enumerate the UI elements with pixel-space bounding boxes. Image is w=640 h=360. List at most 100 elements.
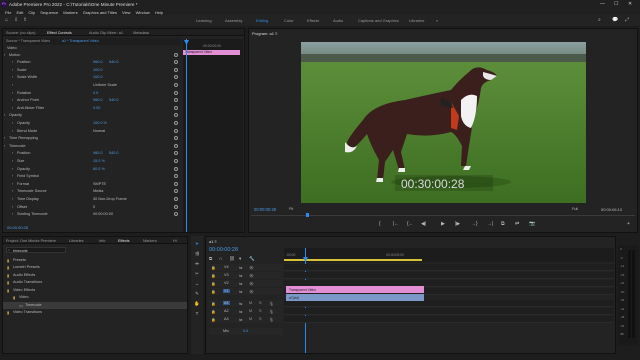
master-volume-value[interactable]: 0.0	[243, 329, 248, 333]
linked-selection-icon[interactable]: ⛓	[229, 256, 235, 262]
mini-playhead[interactable]	[186, 39, 187, 232]
program-playhead[interactable]	[306, 213, 309, 217]
effect-row-value2[interactable]: 540.0	[109, 98, 119, 102]
reset-parameter-icon[interactable]	[174, 151, 178, 156]
mute-icon[interactable]: M	[249, 301, 252, 305]
expand-chevron-icon[interactable]: ›	[12, 75, 13, 79]
sync-lock-icon[interactable]: ⇆	[239, 273, 242, 278]
compare-icon[interactable]: ⇄	[515, 221, 519, 227]
solo-icon[interactable]: S	[259, 301, 262, 305]
effect-row-value[interactable]: 30 Non-Drop Frame	[93, 197, 127, 201]
add-marker-icon[interactable]: ▾	[239, 256, 241, 262]
effect-row-value[interactable]: Uniform Scale	[93, 83, 117, 87]
voiceover-icon[interactable]: 🎙	[269, 317, 274, 322]
workspace-libraries[interactable]: Libraries	[409, 18, 424, 23]
quality-select[interactable]: Full	[572, 207, 578, 211]
razor-tool-icon[interactable]: ✂	[194, 271, 200, 277]
solo-icon[interactable]: S	[259, 309, 262, 313]
expand-chevron-icon[interactable]: ›	[12, 129, 13, 133]
tab-metadata[interactable]: Metadata	[133, 31, 149, 35]
hand-tool-icon[interactable]: ✋	[194, 301, 200, 307]
step-back-icon[interactable]: ◀|	[421, 221, 426, 227]
effects-tree-item[interactable]: ▮ Audio Effects	[3, 272, 187, 279]
type-tool-icon[interactable]: T	[194, 311, 200, 317]
sync-lock-icon[interactable]: ⇆	[239, 301, 242, 306]
effects-tree-item[interactable]: ▮ Video	[3, 295, 187, 302]
reset-parameter-icon[interactable]	[174, 189, 178, 194]
reset-parameter-icon[interactable]	[174, 120, 178, 125]
expand-chevron-icon[interactable]: ›	[4, 144, 5, 148]
mini-clip[interactable]: Transparent Video	[183, 50, 240, 55]
reset-parameter-icon[interactable]	[174, 52, 178, 57]
effect-row-value[interactable]: Media	[93, 189, 103, 193]
voiceover-icon[interactable]: 🎙	[269, 309, 274, 314]
tab-source[interactable]: Source: (no clips)	[6, 31, 36, 35]
mark-in-icon[interactable]: {	[379, 221, 381, 227]
track-lock-icon[interactable]: 🔒	[211, 301, 216, 306]
play-icon[interactable]: ▶	[441, 221, 445, 227]
expand-chevron-icon[interactable]: ›	[12, 182, 13, 186]
effect-row-value[interactable]: SMPTE	[93, 182, 106, 186]
track-lock-icon[interactable]: 🔒	[211, 281, 216, 286]
export-icon[interactable]: ⇧	[23, 17, 27, 23]
menu-clip[interactable]: Clip	[28, 10, 35, 15]
tab-project[interactable]: Project: One Minute Premiere	[6, 239, 56, 243]
sync-lock-icon[interactable]: ⇆	[239, 309, 242, 314]
effect-row-value[interactable]: 0	[93, 205, 95, 209]
workspace-color[interactable]: Color	[284, 18, 294, 23]
effects-tree-item[interactable]: ▮ Audio Transitions	[3, 280, 187, 287]
menu-file[interactable]: File	[5, 10, 11, 15]
solo-icon[interactable]: S	[259, 317, 262, 321]
go-to-in-icon[interactable]: {←	[407, 221, 414, 227]
toggle-output-icon[interactable]: 👁	[249, 289, 254, 294]
menu-help[interactable]: Help	[155, 10, 163, 15]
timeline-settings-icon[interactable]: 🔧	[249, 256, 255, 262]
reset-parameter-icon[interactable]	[174, 90, 178, 95]
menu-view[interactable]: View	[122, 10, 131, 15]
sync-lock-icon[interactable]: ⇆	[239, 281, 242, 286]
track-name[interactable]: A1	[223, 301, 230, 305]
close-icon[interactable]: ✕	[628, 1, 632, 7]
fullscreen-icon[interactable]: ⤢	[625, 17, 629, 23]
effect-controls-timecode[interactable]: 00:00:00:28	[7, 225, 28, 230]
timeline-timecode[interactable]: 00:00:00:28	[209, 247, 238, 253]
workspace-learning[interactable]: Learning	[196, 18, 212, 23]
track-name[interactable]: V1	[223, 289, 230, 293]
menu-sequence[interactable]: Sequence	[40, 10, 58, 15]
mute-icon[interactable]: M	[249, 317, 252, 321]
expand-chevron-icon[interactable]: ›	[12, 60, 13, 64]
workspace-assembly[interactable]: Assembly	[225, 18, 242, 23]
mute-icon[interactable]: M	[249, 309, 252, 313]
expand-chevron-icon[interactable]: ›	[12, 174, 13, 178]
effects-tree-item[interactable]: ▮ Video Effects	[3, 287, 187, 294]
effects-tree-item[interactable]: ▮ Video Transitions	[3, 310, 187, 317]
effects-tree-item[interactable]: ▭ Timecode	[3, 302, 187, 309]
workspaces-more-icon[interactable]: »	[436, 18, 438, 23]
step-forward-icon[interactable]: |▶	[455, 221, 460, 227]
track-lane[interactable]	[284, 272, 614, 279]
effect-row-value2[interactable]: 540.0	[109, 60, 119, 64]
expand-chevron-icon[interactable]: ›	[12, 159, 13, 163]
track-name[interactable]: A3	[223, 317, 230, 321]
reset-parameter-icon[interactable]	[174, 212, 178, 217]
sync-lock-icon[interactable]: ⇆	[239, 289, 242, 294]
lift-icon[interactable]: →|	[487, 221, 493, 227]
reset-parameter-icon[interactable]	[174, 166, 178, 171]
import-icon[interactable]: ⇩	[14, 17, 18, 23]
track-lock-icon[interactable]: 🔒	[211, 273, 216, 278]
minimize-icon[interactable]: —	[600, 1, 605, 7]
tab-audio-clip-mixer[interactable]: Audio Clip Mixer: a1	[89, 31, 123, 35]
reset-parameter-icon[interactable]	[174, 60, 178, 65]
expand-chevron-icon[interactable]: ›	[12, 68, 13, 72]
add-button-icon[interactable]: +	[627, 221, 630, 227]
expand-chevron-icon[interactable]: ›	[12, 205, 13, 209]
expand-chevron-icon[interactable]: ›	[12, 167, 13, 171]
clip-transparent-video[interactable]: Transparent Video	[286, 286, 424, 293]
reset-parameter-icon[interactable]	[174, 82, 178, 87]
track-lock-icon[interactable]: 🔒	[211, 309, 216, 314]
workspace-captions[interactable]: Captions and Graphics	[358, 18, 399, 23]
effects-search-field[interactable]: ⌕ timecode	[6, 247, 66, 253]
reset-parameter-icon[interactable]	[174, 98, 178, 103]
menu-markers[interactable]: Markers	[63, 10, 77, 15]
expand-chevron-icon[interactable]: ›	[12, 91, 13, 95]
